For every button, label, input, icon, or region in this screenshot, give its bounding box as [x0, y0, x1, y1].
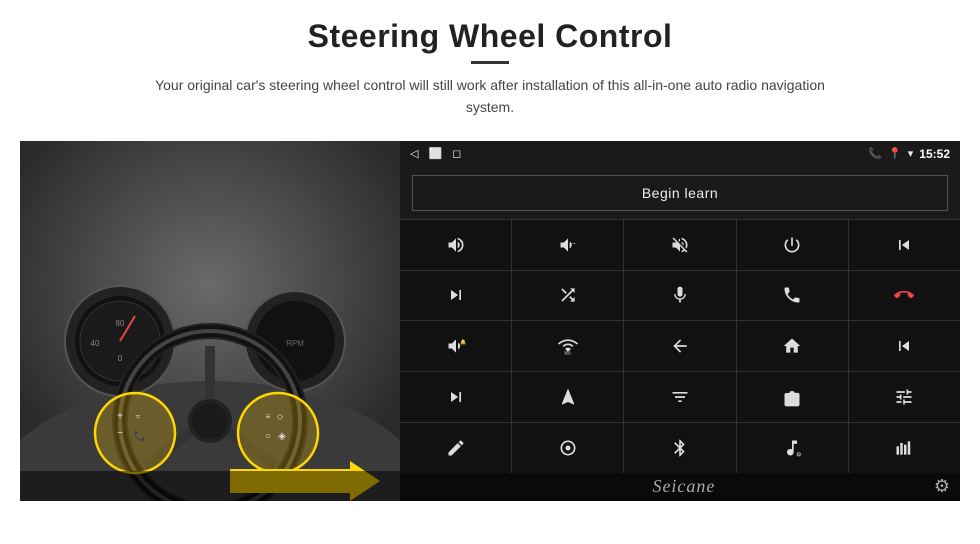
next-track-button[interactable] [400, 271, 511, 321]
svg-text:📞: 📞 [134, 429, 147, 442]
phone-icon: 📞 [868, 147, 882, 160]
car-image: 80 0 40 RPM [20, 141, 400, 501]
skip-back-button[interactable] [849, 321, 960, 371]
eq-button[interactable] [624, 372, 735, 422]
svg-text:−: − [572, 241, 576, 248]
subtitle-text: Your original car's steering wheel contr… [140, 74, 840, 119]
radio-button[interactable] [512, 423, 623, 473]
music-settings-button[interactable]: ⚙ [737, 423, 848, 473]
wifi-icon: ▾ [908, 147, 914, 160]
time-display: 15:52 [919, 147, 950, 161]
nav-back-icon[interactable]: ◁ [410, 147, 418, 160]
vol-mute-button[interactable] [624, 220, 735, 270]
svg-text:40: 40 [91, 339, 100, 348]
begin-learn-row: Begin learn [400, 167, 960, 219]
brand-text: Seicane [652, 476, 715, 497]
svg-text:+: + [117, 411, 123, 422]
bottom-bar: Seicane ⚙ [400, 473, 960, 501]
prev-track-button[interactable] [849, 220, 960, 270]
svg-text:🔔: 🔔 [460, 339, 466, 346]
navigation-button[interactable] [512, 372, 623, 422]
svg-text:≡: ≡ [266, 412, 271, 421]
nav-controls: ◁ ⬜ ◻ [410, 147, 461, 160]
bluetooth-button[interactable] [624, 423, 735, 473]
back-button[interactable] [624, 321, 735, 371]
title-divider [471, 61, 509, 64]
gps-icon: 📍 [888, 147, 902, 160]
hang-up-button[interactable] [849, 271, 960, 321]
svg-text:80: 80 [116, 319, 125, 328]
svg-text:−: − [117, 428, 123, 439]
svg-text:0: 0 [118, 354, 123, 363]
mic-button[interactable] [624, 271, 735, 321]
svg-text:⚙: ⚙ [796, 451, 801, 458]
svg-text:◇: ◇ [277, 412, 284, 421]
spectrum-button[interactable] [849, 423, 960, 473]
android-panel: ◁ ⬜ ◻ 📞 📍 ▾ 15:52 Begin learn [400, 141, 960, 501]
begin-learn-button[interactable]: Begin learn [412, 175, 948, 211]
content-area: 80 0 40 RPM [20, 141, 960, 501]
status-right: 📞 📍 ▾ 15:52 [868, 147, 950, 161]
svg-text:○: ○ [265, 431, 271, 442]
shuffle-button[interactable] [512, 271, 623, 321]
power-button[interactable] [737, 220, 848, 270]
camera-button[interactable] [737, 372, 848, 422]
vol-up-button[interactable]: + [400, 220, 511, 270]
phone-button[interactable] [737, 271, 848, 321]
view-360-button[interactable]: 360 [512, 321, 623, 371]
settings-eq-button[interactable] [849, 372, 960, 422]
svg-text:◈: ◈ [278, 431, 286, 442]
fast-forward-button[interactable] [400, 372, 511, 422]
home-nav-button[interactable] [737, 321, 848, 371]
vol-down-button[interactable]: − [512, 220, 623, 270]
svg-text:+: + [460, 239, 464, 245]
settings-gear-icon[interactable]: ⚙ [934, 476, 950, 497]
page-title: Steering Wheel Control [140, 18, 840, 55]
svg-text:≈: ≈ [136, 412, 141, 421]
status-bar: ◁ ⬜ ◻ 📞 📍 ▾ 15:52 [400, 141, 960, 167]
svg-text:360: 360 [564, 351, 572, 356]
horn-button[interactable]: 🔔 [400, 321, 511, 371]
controls-grid: + − [400, 219, 960, 473]
nav-recents-icon[interactable]: ◻ [452, 147, 461, 160]
pen-button[interactable] [400, 423, 511, 473]
nav-home-icon[interactable]: ⬜ [428, 147, 442, 160]
svg-text:RPM: RPM [286, 339, 304, 348]
